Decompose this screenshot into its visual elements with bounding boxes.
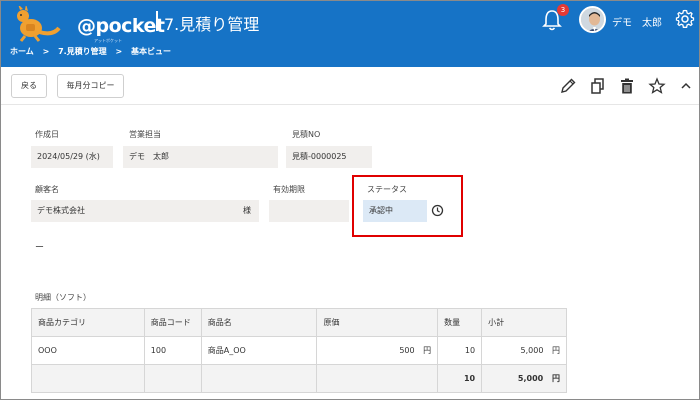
- honorific-suffix: 様: [243, 206, 251, 215]
- cell-subtotal: 5,000 円: [481, 336, 567, 365]
- customer-field[interactable]: デモ株式会社 様: [31, 200, 259, 222]
- total-subtotal-unit: 円: [552, 374, 560, 383]
- star-icon[interactable]: [648, 77, 666, 95]
- remarks-dash: ー: [35, 243, 45, 253]
- expiry-field[interactable]: [269, 200, 349, 222]
- breadcrumb-home[interactable]: ホーム: [10, 47, 34, 56]
- logo-subtext: アットポケット: [94, 38, 122, 43]
- breadcrumb-quotes[interactable]: 7.見積り管理: [58, 47, 107, 56]
- column-header: 原価: [316, 308, 439, 337]
- breadcrumb-separator: >: [115, 47, 123, 56]
- table-total-row: 10 5,000 円: [31, 364, 567, 393]
- breadcrumb-current: 基本ビュー: [130, 47, 171, 56]
- total-qty: 10: [437, 364, 483, 393]
- column-header: 商品名: [200, 308, 318, 337]
- monthly-copy-button[interactable]: 毎月分コピー: [57, 74, 124, 98]
- action-toolbar: 戻る 毎月分コピー: [1, 67, 699, 105]
- sales-rep-label: 営業担当: [129, 130, 161, 139]
- table-row[interactable]: OOO 100 商品A_OO 500 円 10 5,000 円: [31, 336, 567, 365]
- cell-cost: 500 円: [316, 336, 439, 365]
- title-divider: [156, 11, 158, 31]
- app-window: @pocket アットポケット 7.見積り管理 ホーム > 7.見積り管理 > …: [0, 0, 700, 400]
- user-photo-icon: [581, 8, 604, 31]
- column-header: 小計: [481, 308, 567, 337]
- app-header: @pocket アットポケット 7.見積り管理 ホーム > 7.見積り管理 > …: [1, 1, 699, 67]
- copy-icon[interactable]: [589, 77, 607, 95]
- back-button[interactable]: 戻る: [11, 74, 47, 98]
- cell-qty: 10: [437, 336, 483, 365]
- user-name[interactable]: デモ 太郎: [612, 14, 662, 29]
- customer-name: デモ株式会社: [37, 206, 85, 215]
- column-header: 数量: [437, 308, 483, 337]
- pencil-icon[interactable]: [559, 77, 577, 95]
- detail-table: 商品カテゴリ 商品コード 商品名 原価 数量 小計 OOO 100 商品A_OO…: [31, 308, 567, 393]
- breadcrumb-separator: >: [42, 47, 50, 56]
- total-subtotal: 5,000 円: [481, 364, 567, 393]
- column-header: 商品コード: [143, 308, 202, 337]
- table-header-row: 商品カテゴリ 商品コード 商品名 原価 数量 小計: [31, 308, 567, 337]
- avatar[interactable]: [579, 6, 606, 33]
- total-subtotal-value: 5,000: [517, 374, 544, 383]
- notification-badge: 3: [557, 4, 569, 16]
- cost-value: 500: [399, 346, 415, 355]
- subtotal-unit: 円: [552, 346, 560, 355]
- cell-code: 100: [143, 336, 202, 365]
- created-date-field[interactable]: 2024/05/29 (水): [31, 146, 113, 168]
- subtotal-value: 5,000: [520, 346, 544, 355]
- quote-no-label: 見積NO: [292, 130, 321, 139]
- cost-unit: 円: [423, 346, 432, 355]
- detail-section-title: 明細（ソフト）: [35, 293, 91, 302]
- kangaroo-icon: [17, 4, 61, 42]
- page-title: 7.見積り管理: [164, 15, 260, 34]
- customer-label: 顧客名: [35, 185, 59, 194]
- quote-no-field[interactable]: 見積-0000025: [286, 146, 372, 168]
- breadcrumb: ホーム > 7.見積り管理 > 基本ビュー: [10, 46, 177, 57]
- sales-rep-field[interactable]: デモ 太郎: [123, 146, 278, 168]
- created-date-label: 作成日: [35, 130, 59, 139]
- chevron-up-icon[interactable]: [677, 77, 695, 95]
- status-highlight-box: [352, 175, 463, 237]
- gear-icon[interactable]: [675, 9, 695, 29]
- app-logo[interactable]: @pocket アットポケット: [9, 4, 165, 43]
- expiry-label: 有効期限: [273, 185, 305, 194]
- cell-category: OOO: [31, 336, 145, 365]
- cell-name: 商品A_OO: [200, 336, 318, 365]
- logo-text: @pocket: [77, 15, 165, 37]
- trash-icon[interactable]: [618, 77, 636, 95]
- column-header: 商品カテゴリ: [31, 308, 145, 337]
